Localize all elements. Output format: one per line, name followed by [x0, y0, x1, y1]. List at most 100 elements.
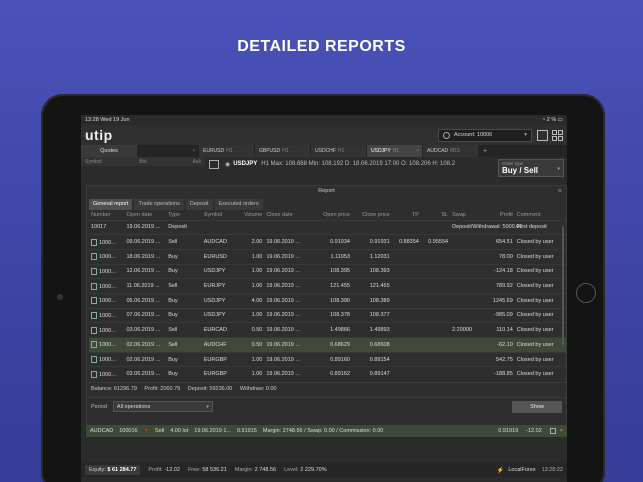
table-row[interactable]: 1000... 03.06.2019 ... Sell EURCAD 0.50 19.06… — [89, 322, 566, 338]
table-cell — [450, 292, 482, 309]
eye-icon[interactable]: ◉ — [225, 161, 230, 168]
table-cell: EURCAD — [201, 322, 238, 338]
server-time: 13:28:22 — [541, 467, 563, 473]
document-icon[interactable] — [91, 370, 97, 378]
table-row[interactable]: 1000... 12.06.2019 ... Buy USDJPY 1.00 19.06.… — [89, 263, 566, 279]
tab-instrument-usdchf[interactable]: USDCHF H1 — [311, 145, 366, 157]
tab-instrument-gbpusd[interactable]: GBPUSD H1 — [255, 145, 310, 157]
order-type-select[interactable]: Order type Buy / Sell ▾ — [498, 159, 564, 177]
document-icon[interactable] — [91, 311, 97, 319]
table-cell — [391, 307, 421, 323]
column-header[interactable]: Close price — [352, 210, 392, 220]
period-select[interactable]: All operations ▾ — [112, 401, 213, 413]
table-cell — [450, 234, 482, 250]
app-screen: 13:28 Wed 19 Jun ◔ 2 % ▭ utip Account: 1… — [81, 115, 567, 482]
table-cell — [420, 278, 451, 294]
table-cell: 1.11953 — [312, 248, 352, 265]
table-row[interactable]: 1000... 02.06.2019 ... Sell AUDCHF 0.50 19.06… — [89, 337, 566, 353]
table-cell: Buy — [166, 248, 202, 265]
table-cell: USDJPY — [201, 263, 238, 279]
table-cell: 0.68608 — [351, 337, 392, 353]
tab-instrument-eurusd[interactable]: EURUSD H1 — [199, 145, 254, 157]
column-header[interactable]: Swap — [450, 210, 481, 220]
tab-instrument-audcad[interactable]: AUDCAD M15 — [423, 145, 478, 157]
tab-quotes[interactable]: Quotes — [81, 145, 137, 157]
table-cell: 0.89160 — [312, 351, 352, 367]
close-icon[interactable]: × — [558, 186, 562, 197]
period-bar: Period All operations ▾ Show — [87, 396, 566, 416]
table-cell: Closed by user — [514, 234, 566, 250]
close-icon[interactable]: × — [560, 428, 563, 434]
table-cell: 19.06.2019 ... — [264, 337, 313, 353]
table-cell — [450, 337, 482, 353]
collapse-icon[interactable]: ‹ — [137, 145, 199, 157]
layout-grid-icon[interactable] — [552, 129, 563, 141]
table-cell: 1.12031 — [351, 248, 392, 265]
column-header[interactable]: Open date — [124, 210, 166, 220]
document-icon[interactable] — [91, 253, 97, 261]
account-label: Account: 10006 — [454, 132, 493, 138]
open-position-row[interactable]: AUDCAD 100016 ▼ Sell 4.00 lot 19.06.2019… — [86, 425, 567, 437]
account-selector[interactable]: Account: 10006 ▾ — [438, 128, 532, 142]
edit-icon[interactable] — [549, 428, 556, 434]
table-cell: 03.06.2019 ... — [124, 322, 167, 338]
table-row[interactable]: 1000... 03.06.2019 ... Buy EURGBP 1.00 19.06.… — [89, 366, 566, 382]
table-cell: 108.395 — [312, 263, 352, 279]
document-icon[interactable] — [91, 238, 97, 246]
chevron-down-icon: ▾ — [524, 132, 527, 138]
table-cell: Closed by user — [514, 351, 566, 367]
column-header[interactable]: Symbol — [202, 210, 237, 220]
table-cell: 1000... — [89, 292, 125, 309]
table-row[interactable]: 10017 19.06.2019 ... Deposit Deposit/Withdr… — [89, 219, 566, 235]
table-cell: 18.06.2019 ... — [124, 248, 167, 265]
tab-trade-operations[interactable]: Trade operations — [134, 199, 184, 210]
tab-instrument-usdjpy[interactable]: USDJPY H1 × — [367, 145, 422, 157]
document-icon[interactable] — [91, 282, 97, 290]
column-header[interactable]: Close date — [264, 210, 312, 220]
status-bar: 13:28 Wed 19 Jun ◔ 2 % ▭ — [81, 115, 567, 125]
show-button[interactable]: Show — [512, 400, 562, 413]
column-header[interactable]: Profit — [481, 210, 514, 220]
table-cell: EURGBP — [201, 351, 238, 367]
document-icon[interactable] — [91, 326, 97, 334]
table-cell: Buy — [166, 366, 202, 382]
table-row[interactable]: 1000... 18.06.2019 ... Buy EURUSD 1.00 19.06.… — [89, 248, 566, 265]
table-cell: 0.88354 — [391, 234, 421, 250]
column-header[interactable]: SL — [421, 210, 450, 220]
table-cell: 108.378 — [312, 307, 352, 323]
column-header[interactable]: TP — [392, 210, 421, 220]
table-cell — [312, 219, 352, 235]
table-cell — [391, 263, 421, 279]
tab-executed-orders[interactable]: Executed orders — [214, 199, 263, 210]
table-cell: 19.06.2019 ... — [264, 278, 313, 294]
column-header[interactable]: Type — [166, 210, 201, 220]
table-cell — [391, 366, 421, 382]
document-icon[interactable] — [91, 297, 97, 305]
tab-deposit[interactable]: Deposit — [185, 199, 213, 210]
chart-type-icon[interactable] — [209, 160, 219, 169]
quotes-header: Symbol Bid Ask — [81, 157, 205, 166]
balance-summary: Balance: 61296.79 Profit: 2060.79 Deposi… — [87, 381, 566, 395]
table-row[interactable]: 1000... 02.06.2019 ... Buy EURGBP 1.00 19.06.… — [89, 351, 566, 367]
document-icon[interactable] — [91, 267, 97, 275]
table-cell — [420, 292, 451, 309]
tab-general-report[interactable]: General report — [89, 199, 133, 210]
table-row[interactable]: 1000... 07.06.2019 ... Buy USDJPY 1.00 19.06.… — [89, 307, 566, 323]
add-tab-button[interactable]: + — [479, 145, 491, 157]
table-row[interactable]: 1000... 05.06.2019 ... Buy USDJPY 4.00 19.06.… — [89, 292, 566, 309]
table-row[interactable]: 1000... 09.06.2019 ... Sell AUDCAD 2.00 19.06… — [89, 234, 566, 250]
column-header[interactable]: Open price — [312, 210, 352, 220]
table-row[interactable]: 1000... 11.06.2019 ... Sell EURJPY 1.00 19.06… — [89, 278, 566, 294]
edit-icon[interactable] — [537, 129, 548, 141]
close-icon[interactable]: × — [416, 148, 419, 154]
status-date: Wed 19 Jun — [100, 117, 130, 123]
column-header[interactable]: Comment — [515, 210, 566, 220]
scrollbar[interactable] — [562, 226, 564, 346]
column-header[interactable]: Number — [89, 210, 124, 220]
table-cell — [420, 322, 451, 338]
column-header[interactable]: Volume — [237, 210, 264, 220]
table-cell: EURUSD — [201, 248, 238, 265]
document-icon[interactable] — [91, 356, 97, 364]
document-icon[interactable] — [91, 341, 97, 349]
table-cell: 07.06.2019 ... — [124, 307, 167, 323]
